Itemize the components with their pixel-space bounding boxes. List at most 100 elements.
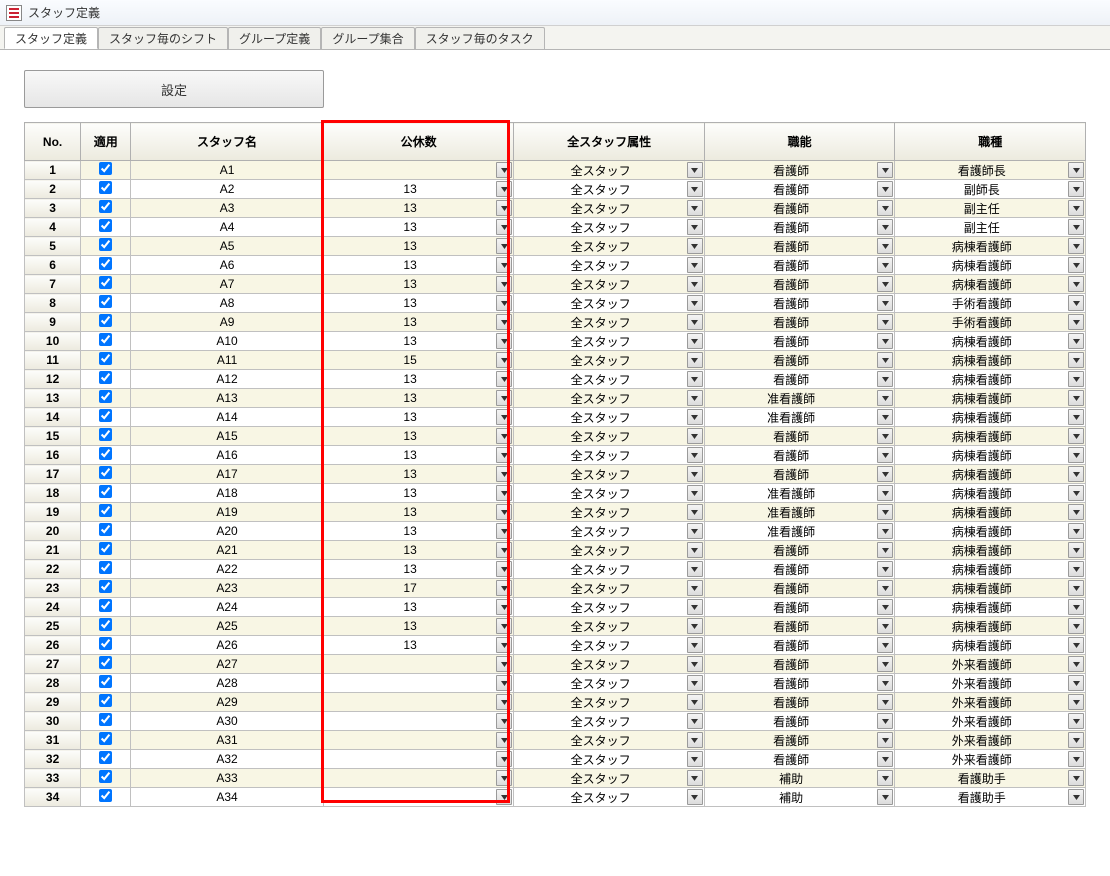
attr-dropdown[interactable] bbox=[687, 732, 703, 748]
cell-ability[interactable]: 看護師 bbox=[704, 617, 895, 636]
cell-ability[interactable]: 看護師 bbox=[704, 332, 895, 351]
cell-type[interactable]: 病棟看護師 bbox=[895, 408, 1086, 427]
cell-ability[interactable]: 看護師 bbox=[704, 731, 895, 750]
attr-dropdown[interactable] bbox=[687, 466, 703, 482]
cell-type[interactable]: 病棟看護師 bbox=[895, 446, 1086, 465]
cell-attr[interactable]: 全スタッフ bbox=[514, 788, 705, 807]
cell-attr[interactable]: 全スタッフ bbox=[514, 693, 705, 712]
cell-holidays[interactable] bbox=[323, 655, 514, 674]
attr-dropdown[interactable] bbox=[687, 485, 703, 501]
cell-type[interactable]: 外来看護師 bbox=[895, 750, 1086, 769]
cell-type[interactable]: 病棟看護師 bbox=[895, 617, 1086, 636]
type-dropdown[interactable] bbox=[1068, 295, 1084, 311]
cell-holidays[interactable]: 13 bbox=[323, 275, 514, 294]
holidays-dropdown[interactable] bbox=[496, 238, 512, 254]
apply-checkbox[interactable] bbox=[99, 599, 112, 612]
cell-ability[interactable]: 補助 bbox=[704, 769, 895, 788]
row-header[interactable]: 25 bbox=[25, 617, 81, 636]
cell-ability[interactable]: 看護師 bbox=[704, 180, 895, 199]
attr-dropdown[interactable] bbox=[687, 219, 703, 235]
cell-name[interactable]: A4 bbox=[131, 218, 324, 237]
cell-holidays[interactable] bbox=[323, 788, 514, 807]
apply-checkbox[interactable] bbox=[99, 352, 112, 365]
holidays-dropdown[interactable] bbox=[496, 314, 512, 330]
holidays-dropdown[interactable] bbox=[496, 504, 512, 520]
cell-name[interactable]: A7 bbox=[131, 275, 324, 294]
cell-type[interactable]: 病棟看護師 bbox=[895, 541, 1086, 560]
holidays-dropdown[interactable] bbox=[496, 181, 512, 197]
row-header[interactable]: 6 bbox=[25, 256, 81, 275]
apply-checkbox[interactable] bbox=[99, 618, 112, 631]
type-dropdown[interactable] bbox=[1068, 599, 1084, 615]
cell-ability[interactable]: 看護師 bbox=[704, 465, 895, 484]
cell-name[interactable]: A6 bbox=[131, 256, 324, 275]
cell-name[interactable]: A22 bbox=[131, 560, 324, 579]
ability-dropdown[interactable] bbox=[877, 694, 893, 710]
cell-type[interactable]: 外来看護師 bbox=[895, 693, 1086, 712]
cell-attr[interactable]: 全スタッフ bbox=[514, 674, 705, 693]
cell-ability[interactable]: 看護師 bbox=[704, 598, 895, 617]
row-header[interactable]: 18 bbox=[25, 484, 81, 503]
ability-dropdown[interactable] bbox=[877, 504, 893, 520]
cell-name[interactable]: A20 bbox=[131, 522, 324, 541]
ability-dropdown[interactable] bbox=[877, 371, 893, 387]
cell-ability[interactable]: 看護師 bbox=[704, 750, 895, 769]
attr-dropdown[interactable] bbox=[687, 713, 703, 729]
cell-holidays[interactable]: 13 bbox=[323, 560, 514, 579]
cell-ability[interactable]: 看護師 bbox=[704, 370, 895, 389]
apply-checkbox[interactable] bbox=[99, 238, 112, 251]
cell-name[interactable]: A13 bbox=[131, 389, 324, 408]
holidays-dropdown[interactable] bbox=[496, 523, 512, 539]
ability-dropdown[interactable] bbox=[877, 181, 893, 197]
attr-dropdown[interactable] bbox=[687, 371, 703, 387]
ability-dropdown[interactable] bbox=[877, 770, 893, 786]
row-header[interactable]: 21 bbox=[25, 541, 81, 560]
ability-dropdown[interactable] bbox=[877, 219, 893, 235]
col-header-name[interactable]: スタッフ名 bbox=[131, 123, 324, 161]
row-header[interactable]: 15 bbox=[25, 427, 81, 446]
cell-type[interactable]: 病棟看護師 bbox=[895, 560, 1086, 579]
apply-checkbox[interactable] bbox=[99, 333, 112, 346]
cell-attr[interactable]: 全スタッフ bbox=[514, 541, 705, 560]
ability-dropdown[interactable] bbox=[877, 485, 893, 501]
ability-dropdown[interactable] bbox=[877, 675, 893, 691]
cell-type[interactable]: 副師長 bbox=[895, 180, 1086, 199]
cell-attr[interactable]: 全スタッフ bbox=[514, 503, 705, 522]
cell-attr[interactable]: 全スタッフ bbox=[514, 256, 705, 275]
cell-attr[interactable]: 全スタッフ bbox=[514, 750, 705, 769]
holidays-dropdown[interactable] bbox=[496, 542, 512, 558]
cell-type[interactable]: 副主任 bbox=[895, 218, 1086, 237]
ability-dropdown[interactable] bbox=[877, 618, 893, 634]
cell-holidays[interactable]: 13 bbox=[323, 370, 514, 389]
ability-dropdown[interactable] bbox=[877, 276, 893, 292]
type-dropdown[interactable] bbox=[1068, 257, 1084, 273]
type-dropdown[interactable] bbox=[1068, 485, 1084, 501]
apply-checkbox[interactable] bbox=[99, 219, 112, 232]
holidays-dropdown[interactable] bbox=[496, 200, 512, 216]
cell-attr[interactable]: 全スタッフ bbox=[514, 332, 705, 351]
ability-dropdown[interactable] bbox=[877, 409, 893, 425]
row-header[interactable]: 12 bbox=[25, 370, 81, 389]
attr-dropdown[interactable] bbox=[687, 789, 703, 805]
col-header-ability[interactable]: 職能 bbox=[704, 123, 895, 161]
holidays-dropdown[interactable] bbox=[496, 409, 512, 425]
apply-checkbox[interactable] bbox=[99, 694, 112, 707]
row-header[interactable]: 11 bbox=[25, 351, 81, 370]
holidays-dropdown[interactable] bbox=[496, 257, 512, 273]
cell-holidays[interactable]: 13 bbox=[323, 522, 514, 541]
ability-dropdown[interactable] bbox=[877, 789, 893, 805]
apply-checkbox[interactable] bbox=[99, 523, 112, 536]
holidays-dropdown[interactable] bbox=[496, 219, 512, 235]
type-dropdown[interactable] bbox=[1068, 276, 1084, 292]
cell-attr[interactable]: 全スタッフ bbox=[514, 161, 705, 180]
cell-holidays[interactable]: 13 bbox=[323, 465, 514, 484]
attr-dropdown[interactable] bbox=[687, 504, 703, 520]
cell-attr[interactable]: 全スタッフ bbox=[514, 370, 705, 389]
cell-name[interactable]: A24 bbox=[131, 598, 324, 617]
cell-name[interactable]: A14 bbox=[131, 408, 324, 427]
ability-dropdown[interactable] bbox=[877, 428, 893, 444]
type-dropdown[interactable] bbox=[1068, 409, 1084, 425]
cell-holidays[interactable] bbox=[323, 674, 514, 693]
cell-attr[interactable]: 全スタッフ bbox=[514, 636, 705, 655]
row-header[interactable]: 19 bbox=[25, 503, 81, 522]
